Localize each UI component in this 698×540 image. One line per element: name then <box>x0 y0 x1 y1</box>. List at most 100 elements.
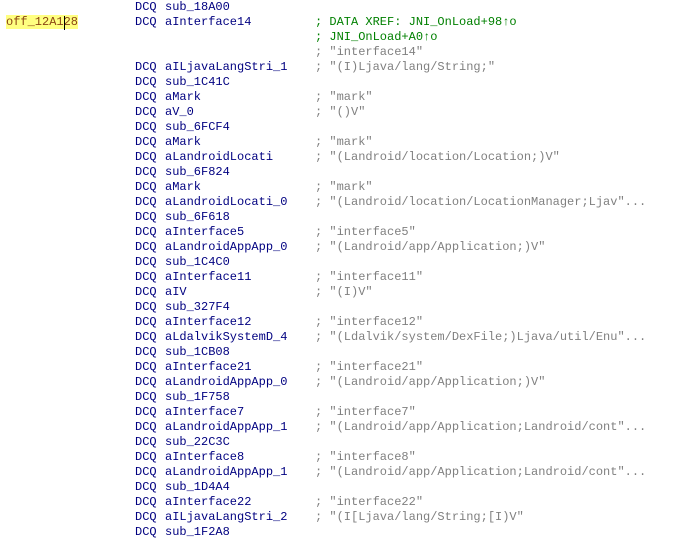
mnemonic-cell <box>135 45 165 60</box>
asm-line[interactable]: DCQaInterface5; "interface5" <box>0 225 698 240</box>
asm-comment: ; "(Landroid/app/Application;)V" <box>315 240 698 255</box>
asm-comment <box>315 480 698 495</box>
asm-line[interactable]: DCQsub_1F2A8 <box>0 525 698 540</box>
operand-cell[interactable]: aInterface5 <box>165 225 315 240</box>
asm-line[interactable]: DCQsub_6F824 <box>0 165 698 180</box>
operand-cell[interactable]: aLandroidLocati <box>165 150 315 165</box>
asm-line[interactable]: DCQaILjavaLangStri_1; "(I)Ljava/lang/Str… <box>0 60 698 75</box>
operand-cell[interactable]: sub_1D4A4 <box>165 480 315 495</box>
asm-comment <box>315 0 698 15</box>
operand-cell[interactable]: aLandroidAppApp_1 <box>165 465 315 480</box>
mnemonic-cell: DCQ <box>135 255 165 270</box>
label-cell <box>0 180 135 195</box>
label-cell <box>0 30 135 45</box>
operand-cell[interactable]: sub_1C4C0 <box>165 255 315 270</box>
asm-line[interactable]: DCQaInterface21; "interface21" <box>0 360 698 375</box>
mnemonic-cell: DCQ <box>135 285 165 300</box>
label-cell <box>0 60 135 75</box>
operand-cell[interactable]: aIV <box>165 285 315 300</box>
asm-line[interactable]: off_12A128DCQaInterface14; DATA XREF: JN… <box>0 15 698 30</box>
asm-line[interactable]: DCQaLandroidAppApp_1; "(Landroid/app/App… <box>0 420 698 435</box>
operand-cell[interactable]: aILjavaLangStri_1 <box>165 60 315 75</box>
asm-line[interactable]: ; JNI_OnLoad+A0↑o <box>0 30 698 45</box>
asm-line[interactable]: DCQaLandroidLocati; "(Landroid/location/… <box>0 150 698 165</box>
operand-cell[interactable]: aInterface11 <box>165 270 315 285</box>
operand-cell[interactable]: sub_22C3C <box>165 435 315 450</box>
asm-label[interactable]: off_12A128 <box>6 15 78 29</box>
operand-cell[interactable]: sub_1F758 <box>165 390 315 405</box>
operand-cell[interactable]: aInterface7 <box>165 405 315 420</box>
operand-cell[interactable]: aLandroidAppApp_1 <box>165 420 315 435</box>
label-cell <box>0 450 135 465</box>
asm-line[interactable]: ; "interface14" <box>0 45 698 60</box>
asm-line[interactable]: DCQsub_327F4 <box>0 300 698 315</box>
operand-cell[interactable]: aV_0 <box>165 105 315 120</box>
operand-cell[interactable]: aInterface21 <box>165 360 315 375</box>
asm-line[interactable]: DCQaIV; "(I)V" <box>0 285 698 300</box>
disassembly-view[interactable]: DCQsub_18A00off_12A128DCQaInterface14; D… <box>0 0 698 540</box>
asm-comment <box>315 345 698 360</box>
asm-comment: ; "interface14" <box>315 45 698 60</box>
label-cell <box>0 345 135 360</box>
operand-cell[interactable]: aInterface12 <box>165 315 315 330</box>
asm-line[interactable]: DCQaMark; "mark" <box>0 180 698 195</box>
operand-cell[interactable]: sub_6F618 <box>165 210 315 225</box>
asm-line[interactable]: DCQaInterface22; "interface22" <box>0 495 698 510</box>
asm-line[interactable]: DCQaInterface7; "interface7" <box>0 405 698 420</box>
operand-cell[interactable]: aInterface22 <box>165 495 315 510</box>
asm-comment <box>315 255 698 270</box>
asm-line[interactable]: DCQsub_22C3C <box>0 435 698 450</box>
asm-line[interactable]: DCQaLandroidAppApp_1; "(Landroid/app/App… <box>0 465 698 480</box>
asm-line[interactable]: DCQsub_1CB08 <box>0 345 698 360</box>
asm-line[interactable]: DCQsub_1C41C <box>0 75 698 90</box>
mnemonic-cell: DCQ <box>135 465 165 480</box>
asm-line[interactable]: DCQsub_1F758 <box>0 390 698 405</box>
xref-comment: ; JNI_OnLoad+A0↑o <box>315 30 698 45</box>
asm-line[interactable]: DCQaMark; "mark" <box>0 90 698 105</box>
asm-line[interactable]: DCQaLdalvikSystemD_4; "(Ldalvik/system/D… <box>0 330 698 345</box>
operand-cell[interactable]: sub_1C41C <box>165 75 315 90</box>
label-cell <box>0 420 135 435</box>
asm-line[interactable]: DCQsub_6FCF4 <box>0 120 698 135</box>
operand-cell[interactable]: sub_6F824 <box>165 165 315 180</box>
operand-cell[interactable]: aInterface8 <box>165 450 315 465</box>
operand-cell[interactable]: sub_327F4 <box>165 300 315 315</box>
label-cell <box>0 0 135 15</box>
asm-line[interactable]: DCQaLandroidAppApp_0; "(Landroid/app/App… <box>0 375 698 390</box>
mnemonic-cell: DCQ <box>135 360 165 375</box>
operand-cell[interactable]: aMark <box>165 135 315 150</box>
operand-cell[interactable]: aInterface14 <box>165 15 315 30</box>
asm-line[interactable]: DCQaILjavaLangStri_2; "(I[Ljava/lang/Str… <box>0 510 698 525</box>
mnemonic-cell: DCQ <box>135 420 165 435</box>
operand-cell[interactable]: aMark <box>165 90 315 105</box>
operand-cell[interactable]: sub_1F2A8 <box>165 525 315 540</box>
asm-line[interactable]: DCQaMark; "mark" <box>0 135 698 150</box>
operand-cell[interactable]: aLandroidLocati_0 <box>165 195 315 210</box>
asm-line[interactable]: DCQaInterface12; "interface12" <box>0 315 698 330</box>
operand-cell[interactable]: aILjavaLangStri_2 <box>165 510 315 525</box>
asm-line[interactable]: DCQsub_1C4C0 <box>0 255 698 270</box>
label-cell <box>0 495 135 510</box>
operand-cell[interactable]: aMark <box>165 180 315 195</box>
asm-line[interactable]: DCQaLandroidAppApp_0; "(Landroid/app/App… <box>0 240 698 255</box>
label-cell <box>0 480 135 495</box>
mnemonic-cell <box>135 30 165 45</box>
label-cell <box>0 315 135 330</box>
asm-comment: ; "interface7" <box>315 405 698 420</box>
operand-cell[interactable]: aLdalvikSystemD_4 <box>165 330 315 345</box>
operand-cell[interactable]: sub_6FCF4 <box>165 120 315 135</box>
label-cell <box>0 225 135 240</box>
asm-line[interactable]: DCQaV_0; "()V" <box>0 105 698 120</box>
asm-line[interactable]: DCQaInterface11; "interface11" <box>0 270 698 285</box>
asm-line[interactable]: DCQsub_6F618 <box>0 210 698 225</box>
operand-cell[interactable]: aLandroidAppApp_0 <box>165 375 315 390</box>
operand-cell[interactable]: sub_1CB08 <box>165 345 315 360</box>
asm-line[interactable]: DCQaLandroidLocati_0; "(Landroid/locatio… <box>0 195 698 210</box>
operand-cell[interactable]: aLandroidAppApp_0 <box>165 240 315 255</box>
operand-cell[interactable]: sub_18A00 <box>165 0 315 15</box>
asm-line[interactable]: DCQaInterface8; "interface8" <box>0 450 698 465</box>
mnemonic-cell: DCQ <box>135 315 165 330</box>
asm-line[interactable]: DCQsub_18A00 <box>0 0 698 15</box>
asm-comment: ; "(Landroid/app/Application;Landroid/co… <box>315 420 698 435</box>
asm-line[interactable]: DCQsub_1D4A4 <box>0 480 698 495</box>
